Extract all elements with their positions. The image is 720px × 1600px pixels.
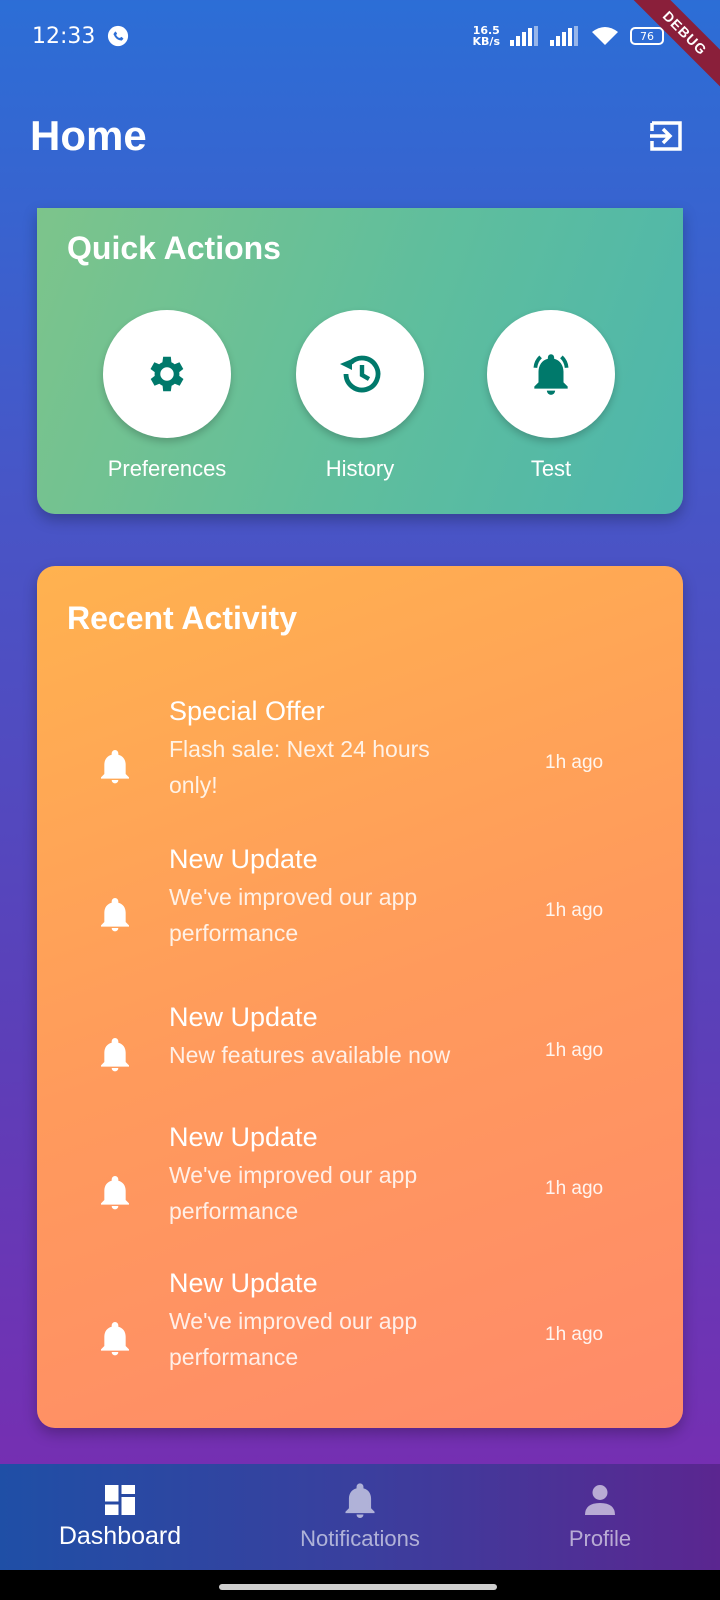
activity-time: 1h ago — [545, 752, 604, 773]
activity-message: We've improved our app performance — [169, 1308, 418, 1370]
logout-icon — [650, 121, 682, 151]
activity-time: 1h ago — [545, 900, 604, 921]
bottom-navigation: Dashboard Notifications Profile — [0, 1464, 720, 1570]
network-speed: 16.5 KB/s — [472, 24, 500, 48]
activity-item[interactable]: New Update We've improved our app perfor… — [37, 844, 683, 980]
recent-activity-card: Recent Activity Special Offer Flash sale… — [37, 566, 683, 1428]
wifi-icon — [592, 27, 618, 45]
status-time: 12:33 — [32, 23, 96, 49]
battery-indicator: 76 — [630, 27, 664, 45]
gear-icon — [150, 356, 184, 392]
test-button[interactable] — [487, 310, 615, 438]
quick-actions-card: Quick Actions Preferences History Test — [37, 208, 683, 514]
bell-icon — [101, 1322, 129, 1356]
status-bar: 12:33 16.5 KB/s 76 — [0, 0, 720, 72]
signal-icon-2 — [550, 26, 578, 46]
recent-activity-title: Recent Activity — [67, 600, 297, 636]
activity-title: New Update — [169, 1002, 318, 1032]
activity-title: New Update — [169, 844, 318, 874]
history-icon — [340, 355, 381, 393]
bell-icon — [345, 1483, 375, 1518]
activity-item[interactable]: New Update We've improved our app perfor… — [37, 1268, 683, 1404]
person-icon — [585, 1485, 615, 1515]
nav-dashboard[interactable]: Dashboard — [0, 1464, 240, 1570]
activity-text: New Update We've improved our app perfor… — [169, 1268, 509, 1375]
activity-time: 1h ago — [545, 1178, 604, 1199]
activity-text: New Update We've improved our app perfor… — [169, 1122, 509, 1229]
preferences-label: Preferences — [107, 456, 227, 481]
activity-title: New Update — [169, 1268, 318, 1298]
nav-profile[interactable]: Profile — [480, 1464, 720, 1570]
logout-button[interactable] — [642, 112, 690, 160]
preferences-button[interactable] — [103, 310, 231, 438]
ringing-bell-icon — [533, 354, 569, 395]
signal-icon — [510, 26, 538, 46]
activity-time: 1h ago — [545, 1040, 604, 1061]
nav-dashboard-label: Dashboard — [58, 1522, 182, 1550]
activity-message: New features available now — [169, 1042, 451, 1068]
test-label: Test — [530, 456, 572, 481]
app-header: Home — [30, 106, 690, 166]
bell-icon — [101, 898, 129, 932]
bell-icon — [101, 750, 129, 784]
nav-profile-label: Profile — [568, 1526, 632, 1551]
test-action[interactable]: Test — [461, 310, 641, 482]
history-label: History — [325, 456, 395, 481]
dashboard-icon — [105, 1485, 135, 1515]
bell-icon — [101, 1038, 129, 1072]
quick-actions-title: Quick Actions — [67, 230, 281, 266]
nav-notifications[interactable]: Notifications — [240, 1464, 480, 1570]
page-title: Home — [30, 112, 147, 159]
activity-item[interactable]: New Update New features available now 1h… — [37, 1002, 683, 1102]
activity-message: Flash sale: Next 24 hours only! — [169, 736, 430, 798]
activity-text: New Update We've improved our app perfor… — [169, 844, 509, 951]
preferences-action[interactable]: Preferences — [77, 310, 257, 482]
nav-notifications-label: Notifications — [300, 1526, 420, 1551]
activity-message: We've improved our app performance — [169, 884, 418, 946]
activity-title: New Update — [169, 1122, 318, 1152]
activity-time: 1h ago — [545, 1324, 604, 1345]
history-button[interactable] — [296, 310, 424, 438]
history-action[interactable]: History — [270, 310, 450, 482]
activity-item[interactable]: New Update We've improved our app perfor… — [37, 1122, 683, 1258]
activity-item[interactable]: Special Offer Flash sale: Next 24 hours … — [37, 696, 683, 832]
activity-text: Special Offer Flash sale: Next 24 hours … — [169, 696, 509, 803]
home-indicator[interactable] — [219, 1584, 497, 1590]
call-icon — [108, 25, 129, 47]
activity-text: New Update New features available now — [169, 1002, 529, 1073]
activity-title: Special Offer — [169, 696, 325, 726]
bell-icon — [101, 1176, 129, 1210]
activity-message: We've improved our app performance — [169, 1162, 418, 1224]
